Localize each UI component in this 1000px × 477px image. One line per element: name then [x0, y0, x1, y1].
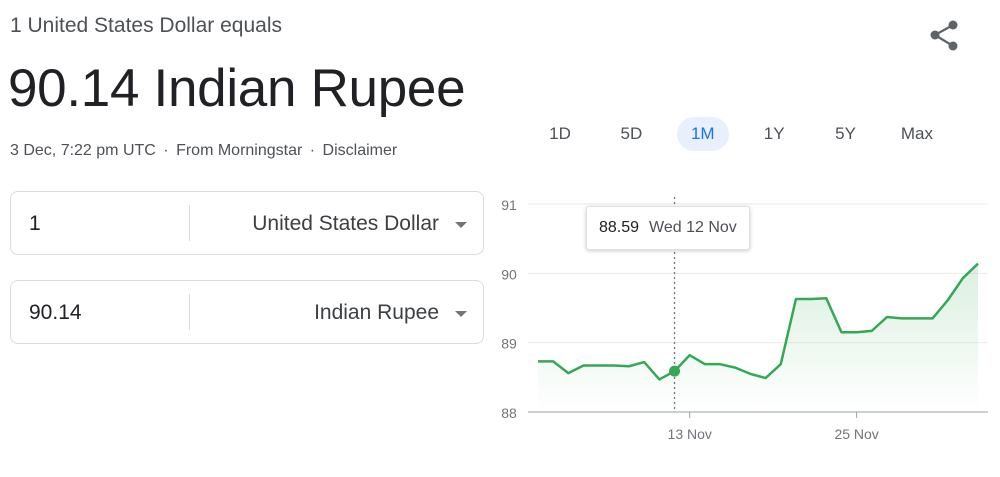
exchange-rate-chart[interactable]: 88 89 90 91 13 Nov 25 Nov [0, 0, 1000, 477]
data-point [734, 367, 736, 369]
x-tick-label: 25 Nov [834, 426, 878, 442]
data-point [583, 365, 585, 367]
data-point [962, 277, 964, 279]
data-point [658, 378, 660, 380]
data-point [567, 372, 569, 374]
data-point [931, 317, 933, 319]
tooltip-date: Wed 12 Nov [649, 219, 737, 236]
y-tick-label: 89 [501, 336, 517, 352]
highlighted-data-point [669, 365, 681, 377]
data-point [795, 298, 797, 300]
x-tick-label: 13 Nov [668, 426, 712, 442]
data-point [643, 361, 645, 363]
chart-tooltip: 88.59 Wed 12 Nov [586, 206, 750, 250]
data-point [704, 363, 706, 365]
data-point [840, 331, 842, 333]
data-point [613, 365, 615, 367]
data-point [947, 299, 949, 301]
data-point [780, 363, 782, 365]
data-point [749, 373, 751, 375]
y-tick-label: 88 [501, 405, 517, 421]
data-point [977, 263, 979, 265]
data-point [719, 363, 721, 365]
y-tick-label: 90 [501, 266, 517, 282]
data-point [598, 365, 600, 367]
data-point [886, 316, 888, 318]
data-point [856, 331, 858, 333]
data-point [552, 360, 554, 362]
y-tick-label: 91 [501, 197, 517, 213]
data-point [871, 330, 873, 332]
tooltip-value: 88.59 [599, 219, 640, 236]
series-area [538, 263, 978, 412]
data-point [765, 377, 767, 379]
data-point [810, 298, 812, 300]
data-point [689, 354, 691, 356]
data-point [628, 365, 630, 367]
data-point [825, 297, 827, 299]
data-point [537, 360, 539, 362]
data-point [916, 317, 918, 319]
data-point [901, 317, 903, 319]
